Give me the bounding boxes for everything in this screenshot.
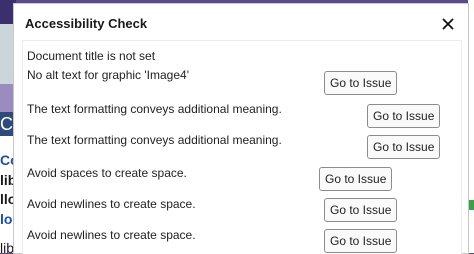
issue-text: Avoid spaces to create space. — [27, 166, 187, 180]
go-to-issue-button[interactable]: Go to Issue — [367, 104, 441, 128]
accessibility-check-dialog: Accessibility Check Document title is no… — [14, 4, 468, 254]
close-icon — [442, 18, 454, 30]
go-to-issue-button[interactable]: Go to Issue — [324, 229, 398, 253]
close-button[interactable] — [438, 14, 458, 34]
background-text-fragment: lib — [0, 240, 15, 253]
issue-text: No alt text for graphic 'Image4' — [27, 68, 189, 82]
go-to-issue-button[interactable]: Go to Issue — [319, 167, 393, 191]
go-to-issue-button[interactable]: Go to Issue — [367, 135, 441, 159]
issue-text: Avoid newlines to create space. — [27, 228, 196, 242]
issue-text: Document title is not set — [27, 49, 156, 63]
issue-text: Avoid newlines to create space. — [27, 197, 196, 211]
issue-text: The text formatting conveys additional m… — [27, 133, 282, 147]
background-right-edge — [468, 0, 474, 253]
issues-list[interactable]: Document title is not set No alt text fo… — [22, 40, 462, 254]
dialog-title: Accessibility Check — [25, 16, 148, 31]
go-to-issue-button[interactable]: Go to Issue — [324, 198, 398, 222]
issue-text: The text formatting conveys additional m… — [27, 102, 282, 116]
go-to-issue-button[interactable]: Go to Issue — [324, 71, 398, 95]
